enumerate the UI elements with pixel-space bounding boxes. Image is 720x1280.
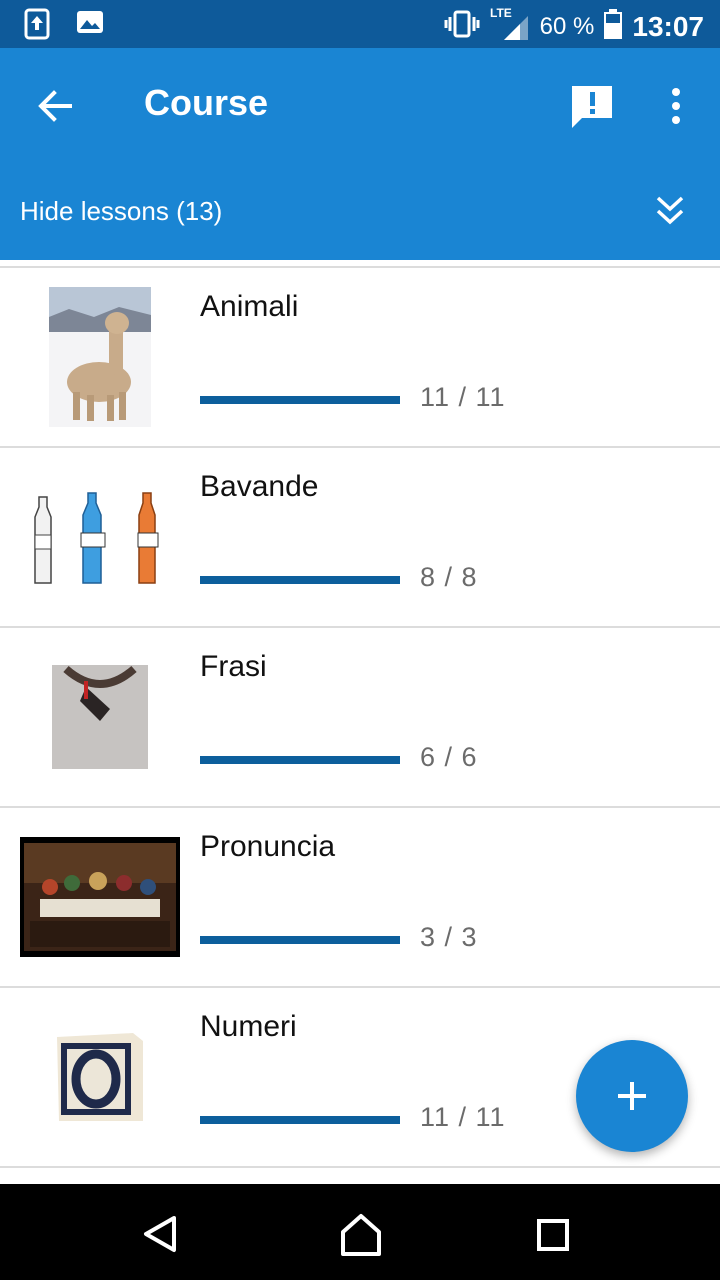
lesson-title: Animali: [200, 290, 299, 323]
status-bar: LTE 60 % 13:07: [0, 0, 720, 48]
lesson-title: Frasi: [200, 650, 267, 683]
upload-notification-icon: [24, 8, 50, 45]
lte-signal-icon: LTE: [490, 6, 530, 47]
double-chevron-down-icon[interactable]: [652, 192, 688, 228]
lesson-title: Numeri: [200, 1010, 297, 1043]
image-notification-icon: [76, 8, 104, 45]
progress-count: 11 / 11: [420, 1102, 506, 1132]
alpaca-image: [20, 286, 180, 428]
progress-count: 8 / 8: [420, 562, 478, 592]
hide-lessons-label: Hide lessons (13): [20, 196, 223, 226]
nav-back-icon[interactable]: [140, 1214, 180, 1254]
arrow-left-icon: [38, 90, 72, 122]
more-options-button[interactable]: [660, 84, 692, 128]
svg-text:LTE: LTE: [490, 6, 512, 20]
painting-image: [20, 826, 180, 968]
plus-icon: [618, 1082, 646, 1110]
clock: 13:07: [632, 10, 704, 42]
lesson-item[interactable]: Bavande 8 / 8: [0, 448, 720, 628]
vibrate-icon: [444, 10, 480, 43]
progress-bar: [200, 756, 400, 764]
progress-count: 3 / 3: [420, 922, 478, 952]
tshirt-image: [20, 646, 180, 788]
app-bar: Course Hide lessons (13): [0, 48, 720, 260]
lesson-list: Animali 11 / 11 Bavande 8 / 8 Frasi 6 / …: [0, 266, 720, 1168]
lesson-item[interactable]: Frasi 6 / 6: [0, 628, 720, 808]
progress-bar: [200, 396, 400, 404]
progress-count: 6 / 6: [420, 742, 478, 772]
progress-bar: [200, 1116, 400, 1124]
lesson-item[interactable]: Animali 11 / 11: [0, 268, 720, 448]
battery-icon: [604, 9, 623, 44]
page-title: Course: [144, 82, 269, 123]
block-image: [20, 1006, 180, 1148]
feedback-button[interactable]: [568, 82, 616, 130]
hide-lessons-toggle[interactable]: Hide lessons (13): [0, 176, 720, 246]
lesson-item[interactable]: Pronuncia 3 / 3: [0, 808, 720, 988]
feedback-icon: [572, 86, 612, 128]
progress-bar: [200, 936, 400, 944]
more-vertical-icon: [672, 88, 680, 124]
battery-percent: 60 %: [539, 12, 595, 40]
lesson-title: Bavande: [200, 470, 319, 503]
navigation-bar: [0, 1184, 720, 1280]
add-button[interactable]: [576, 1040, 688, 1152]
progress-bar: [200, 576, 400, 584]
nav-home-icon[interactable]: [338, 1212, 384, 1256]
back-button[interactable]: [34, 84, 78, 128]
nav-recents-icon[interactable]: [536, 1218, 570, 1252]
lesson-title: Pronuncia: [200, 830, 336, 863]
progress-count: 11 / 11: [420, 382, 506, 412]
bottles-image: [20, 466, 180, 608]
